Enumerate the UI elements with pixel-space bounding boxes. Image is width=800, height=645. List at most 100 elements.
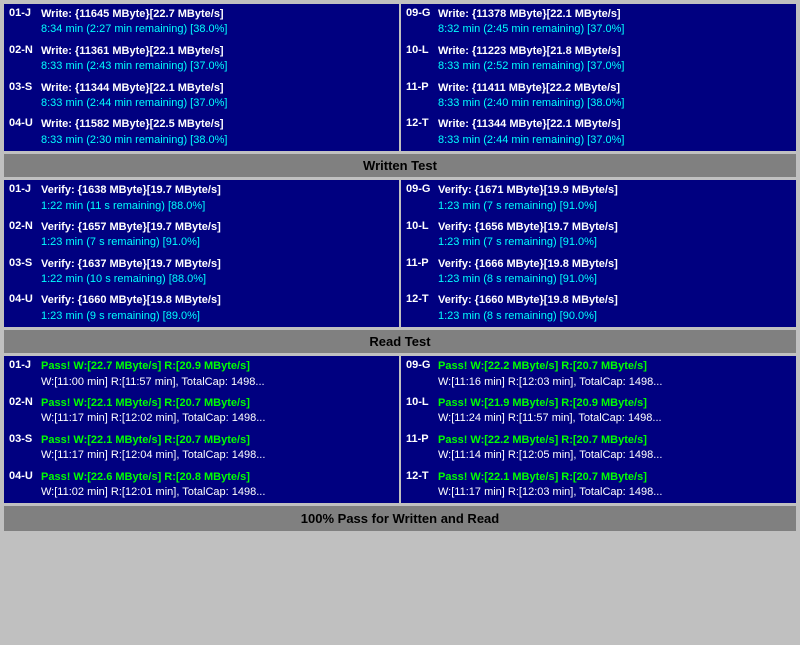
pass-cell-04u: 04-U Pass! W:[22.6 MByte/s] R:[20.8 MByt… [4, 467, 399, 504]
pass-line1-02n: Pass! W:[22.1 MByte/s] R:[20.7 MByte/s] [41, 396, 394, 411]
label-11p: 11-P [406, 81, 434, 93]
write-grid: 01-J Write: {11645 MByte}[22.7 MByte/s] … [4, 4, 796, 151]
verify-label-03s: 03-S [9, 257, 37, 269]
verify-line2-10l: 1:23 min (7 s remaining) [91.0%] [438, 235, 791, 250]
verify-left-col: 01-J Verify: {1638 MByte}[19.7 MByte/s] … [4, 180, 399, 327]
pass-content-01j: Pass! W:[22.7 MByte/s] R:[20.9 MByte/s] … [41, 359, 394, 390]
pass-content-02n: Pass! W:[22.1 MByte/s] R:[20.7 MByte/s] … [41, 396, 394, 427]
pass-content-09g: Pass! W:[22.2 MByte/s] R:[20.7 MByte/s] … [438, 359, 791, 390]
pass-line2-12t: W:[11:17 min] R:[12:03 min], TotalCap: 1… [438, 485, 791, 500]
write-line2-11p: 8:33 min (2:40 min remaining) [38.0%] [438, 96, 791, 111]
verify-line1-04u: Verify: {1660 MByte}[19.8 MByte/s] [41, 293, 394, 308]
pass-cell-03s: 03-S Pass! W:[22.1 MByte/s] R:[20.7 MByt… [4, 430, 399, 467]
write-line1-12t: Write: {11344 MByte}[22.1 MByte/s] [438, 117, 791, 132]
write-line2-09g: 8:32 min (2:45 min remaining) [37.0%] [438, 22, 791, 37]
pass-line2-10l: W:[11:24 min] R:[11:57 min], TotalCap: 1… [438, 411, 791, 426]
write-content-04u: Write: {11582 MByte}[22.5 MByte/s] 8:33 … [41, 117, 394, 148]
pass-section: 01-J Pass! W:[22.7 MByte/s] R:[20.9 MByt… [4, 356, 796, 503]
written-test-header: Written Test [4, 154, 796, 177]
verify-content-04u: Verify: {1660 MByte}[19.8 MByte/s] 1:23 … [41, 293, 394, 324]
verify-label-02n: 02-N [9, 220, 37, 232]
verify-label-12t: 12-T [406, 293, 434, 305]
write-left-col: 01-J Write: {11645 MByte}[22.7 MByte/s] … [4, 4, 399, 151]
pass-content-04u: Pass! W:[22.6 MByte/s] R:[20.8 MByte/s] … [41, 470, 394, 501]
write-line1-11p: Write: {11411 MByte}[22.2 MByte/s] [438, 81, 791, 96]
write-cell-02n: 02-N Write: {11361 MByte}[22.1 MByte/s] … [4, 41, 399, 78]
write-line2-01j: 8:34 min (2:27 min remaining) [38.0%] [41, 22, 394, 37]
pass-label-04u: 04-U [9, 470, 37, 482]
label-03s: 03-S [9, 81, 37, 93]
verify-content-10l: Verify: {1656 MByte}[19.7 MByte/s] 1:23 … [438, 220, 791, 251]
pass-label-03s: 03-S [9, 433, 37, 445]
write-line2-02n: 8:33 min (2:43 min remaining) [37.0%] [41, 59, 394, 74]
label-09g: 09-G [406, 7, 434, 19]
write-cell-09g: 09-G Write: {11378 MByte}[22.1 MByte/s] … [401, 4, 796, 41]
verify-label-11p: 11-P [406, 257, 434, 269]
label-02n: 02-N [9, 44, 37, 56]
verify-label-04u: 04-U [9, 293, 37, 305]
write-line2-10l: 8:33 min (2:52 min remaining) [37.0%] [438, 59, 791, 74]
verify-label-01j: 01-J [9, 183, 37, 195]
write-section: 01-J Write: {11645 MByte}[22.7 MByte/s] … [4, 4, 796, 151]
pass-grid: 01-J Pass! W:[22.7 MByte/s] R:[20.9 MByt… [4, 356, 796, 503]
verify-line2-03s: 1:22 min (10 s remaining) [88.0%] [41, 272, 394, 287]
write-line1-09g: Write: {11378 MByte}[22.1 MByte/s] [438, 7, 791, 22]
write-content-11p: Write: {11411 MByte}[22.2 MByte/s] 8:33 … [438, 81, 791, 112]
verify-line1-01j: Verify: {1638 MByte}[19.7 MByte/s] [41, 183, 394, 198]
write-cell-01j: 01-J Write: {11645 MByte}[22.7 MByte/s] … [4, 4, 399, 41]
write-line2-04u: 8:33 min (2:30 min remaining) [38.0%] [41, 133, 394, 148]
write-content-02n: Write: {11361 MByte}[22.1 MByte/s] 8:33 … [41, 44, 394, 75]
pass-line1-09g: Pass! W:[22.2 MByte/s] R:[20.7 MByte/s] [438, 359, 791, 374]
verify-line1-11p: Verify: {1666 MByte}[19.8 MByte/s] [438, 257, 791, 272]
write-content-10l: Write: {11223 MByte}[21.8 MByte/s] 8:33 … [438, 44, 791, 75]
pass-line2-02n: W:[11:17 min] R:[12:02 min], TotalCap: 1… [41, 411, 394, 426]
verify-line2-02n: 1:23 min (7 s remaining) [91.0%] [41, 235, 394, 250]
verify-content-12t: Verify: {1660 MByte}[19.8 MByte/s] 1:23 … [438, 293, 791, 324]
pass-label-11p: 11-P [406, 433, 434, 445]
pass-label-01j: 01-J [9, 359, 37, 371]
pass-line1-03s: Pass! W:[22.1 MByte/s] R:[20.7 MByte/s] [41, 433, 394, 448]
pass-cell-11p: 11-P Pass! W:[22.2 MByte/s] R:[20.7 MByt… [401, 430, 796, 467]
verify-line2-04u: 1:23 min (9 s remaining) [89.0%] [41, 309, 394, 324]
write-line1-02n: Write: {11361 MByte}[22.1 MByte/s] [41, 44, 394, 59]
pass-line1-10l: Pass! W:[21.9 MByte/s] R:[20.9 MByte/s] [438, 396, 791, 411]
write-line2-12t: 8:33 min (2:44 min remaining) [37.0%] [438, 133, 791, 148]
pass-content-12t: Pass! W:[22.1 MByte/s] R:[20.7 MByte/s] … [438, 470, 791, 501]
pass-label-09g: 09-G [406, 359, 434, 371]
pass-cell-01j: 01-J Pass! W:[22.7 MByte/s] R:[20.9 MByt… [4, 356, 399, 393]
verify-line1-03s: Verify: {1637 MByte}[19.7 MByte/s] [41, 257, 394, 272]
verify-cell-01j: 01-J Verify: {1638 MByte}[19.7 MByte/s] … [4, 180, 399, 217]
pass-content-10l: Pass! W:[21.9 MByte/s] R:[20.9 MByte/s] … [438, 396, 791, 427]
verify-cell-04u: 04-U Verify: {1660 MByte}[19.8 MByte/s] … [4, 290, 399, 327]
verify-content-03s: Verify: {1637 MByte}[19.7 MByte/s] 1:22 … [41, 257, 394, 288]
pass-cell-10l: 10-L Pass! W:[21.9 MByte/s] R:[20.9 MByt… [401, 393, 796, 430]
pass-line2-03s: W:[11:17 min] R:[12:04 min], TotalCap: 1… [41, 448, 394, 463]
pass-line1-11p: Pass! W:[22.2 MByte/s] R:[20.7 MByte/s] [438, 433, 791, 448]
verify-line1-12t: Verify: {1660 MByte}[19.8 MByte/s] [438, 293, 791, 308]
pass-left-col: 01-J Pass! W:[22.7 MByte/s] R:[20.9 MByt… [4, 356, 399, 503]
verify-content-11p: Verify: {1666 MByte}[19.8 MByte/s] 1:23 … [438, 257, 791, 288]
verify-line2-01j: 1:22 min (11 s remaining) [88.0%] [41, 199, 394, 214]
write-line1-04u: Write: {11582 MByte}[22.5 MByte/s] [41, 117, 394, 132]
verify-label-10l: 10-L [406, 220, 434, 232]
verify-line1-10l: Verify: {1656 MByte}[19.7 MByte/s] [438, 220, 791, 235]
label-04u: 04-U [9, 117, 37, 129]
write-cell-04u: 04-U Write: {11582 MByte}[22.5 MByte/s] … [4, 114, 399, 151]
verify-cell-12t: 12-T Verify: {1660 MByte}[19.8 MByte/s] … [401, 290, 796, 327]
pass-line1-04u: Pass! W:[22.6 MByte/s] R:[20.8 MByte/s] [41, 470, 394, 485]
pass-cell-09g: 09-G Pass! W:[22.2 MByte/s] R:[20.7 MByt… [401, 356, 796, 393]
verify-cell-10l: 10-L Verify: {1656 MByte}[19.7 MByte/s] … [401, 217, 796, 254]
write-right-col: 09-G Write: {11378 MByte}[22.1 MByte/s] … [401, 4, 796, 151]
write-cell-12t: 12-T Write: {11344 MByte}[22.1 MByte/s] … [401, 114, 796, 151]
verify-section: 01-J Verify: {1638 MByte}[19.7 MByte/s] … [4, 180, 796, 327]
pass-line2-04u: W:[11:02 min] R:[12:01 min], TotalCap: 1… [41, 485, 394, 500]
write-content-01j: Write: {11645 MByte}[22.7 MByte/s] 8:34 … [41, 7, 394, 38]
write-cell-03s: 03-S Write: {11344 MByte}[22.1 MByte/s] … [4, 78, 399, 115]
write-line1-03s: Write: {11344 MByte}[22.1 MByte/s] [41, 81, 394, 96]
verify-cell-09g: 09-G Verify: {1671 MByte}[19.9 MByte/s] … [401, 180, 796, 217]
verify-cell-02n: 02-N Verify: {1657 MByte}[19.7 MByte/s] … [4, 217, 399, 254]
write-line1-10l: Write: {11223 MByte}[21.8 MByte/s] [438, 44, 791, 59]
pass-line2-09g: W:[11:16 min] R:[12:03 min], TotalCap: 1… [438, 375, 791, 390]
verify-line1-09g: Verify: {1671 MByte}[19.9 MByte/s] [438, 183, 791, 198]
main-container: 01-J Write: {11645 MByte}[22.7 MByte/s] … [0, 0, 800, 535]
